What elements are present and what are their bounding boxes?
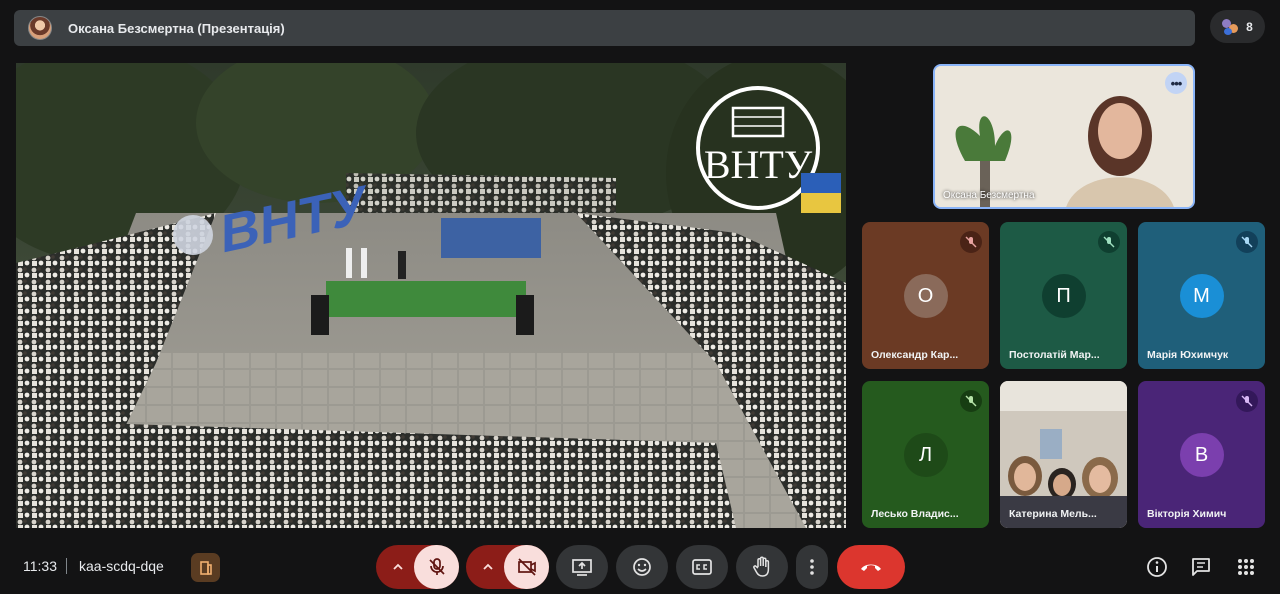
apps-grid-icon — [1238, 559, 1254, 575]
participant-tile[interactable]: М Марія Юхимчук — [1138, 222, 1265, 369]
presentation-banner: Оксана Безсмертна (Презентація) — [14, 10, 1195, 46]
mic-toggle-button[interactable] — [414, 545, 459, 589]
divider — [66, 558, 67, 574]
participant-tile[interactable]: Л Лесько Владис... — [862, 381, 989, 528]
participant-name: Оксана Безсмертна — [943, 190, 1035, 201]
mic-off-icon — [1098, 231, 1120, 253]
participant-name: Катерина Мель... — [1009, 508, 1097, 520]
present-screen-icon — [572, 559, 592, 576]
participants-button[interactable]: 8 — [1210, 10, 1265, 43]
reactions-button[interactable] — [616, 545, 668, 589]
university-logo-text: ВНТУ — [704, 142, 813, 187]
meeting-code: kaa-scdq-dqe — [79, 558, 164, 574]
featured-participant-tile[interactable]: ••• Оксана Безсмертна — [933, 64, 1195, 209]
mic-off-icon — [428, 558, 445, 575]
chevron-up-icon — [483, 563, 493, 570]
chat-icon — [1192, 558, 1210, 576]
participant-name: Олександр Кар... — [871, 349, 959, 361]
shared-screen: ВНТУ ВНТУ — [16, 63, 846, 528]
meeting-details-button[interactable] — [1143, 553, 1171, 581]
info-icon — [1147, 557, 1167, 577]
more-options-button[interactable] — [796, 545, 828, 589]
presenter-avatar — [28, 16, 52, 40]
presenter-label: Оксана Безсмертна (Презентація) — [68, 20, 285, 36]
emoji-icon — [633, 558, 651, 576]
chat-button[interactable] — [1187, 553, 1215, 581]
avatar: М — [1179, 274, 1224, 318]
camera-toggle-button[interactable] — [504, 545, 549, 589]
clock: 11:33 — [23, 558, 57, 574]
leave-call-button[interactable] — [837, 545, 905, 589]
participant-name: Лесько Владис... — [871, 508, 959, 520]
control-bar: 11:33 kaa-scdq-dqe — [0, 540, 1280, 594]
avatar: О — [903, 274, 948, 318]
mic-off-icon — [1236, 390, 1258, 412]
more-vertical-icon — [810, 559, 814, 575]
avatar: В — [1179, 433, 1224, 477]
participant-tile[interactable]: Катерина Мель... — [1000, 381, 1127, 528]
ceremony-photo: ВНТУ ВНТУ — [16, 63, 846, 528]
activities-button[interactable] — [1232, 553, 1260, 581]
participant-tile[interactable]: П Постолатій Мар... — [1000, 222, 1127, 369]
participant-tile[interactable]: О Олександр Кар... — [862, 222, 989, 369]
avatar: Л — [903, 433, 948, 477]
present-screen-button[interactable] — [556, 545, 608, 589]
mic-off-icon — [960, 390, 982, 412]
more-options-button[interactable]: ••• — [1165, 72, 1187, 94]
participant-name: Постолатій Мар... — [1009, 349, 1100, 361]
raise-hand-button[interactable] — [736, 545, 788, 589]
participant-name: Марія Юхимчук — [1147, 349, 1229, 361]
camera-off-icon — [517, 558, 536, 576]
chevron-up-icon — [393, 563, 403, 570]
captions-icon — [692, 559, 712, 575]
captions-button[interactable] — [676, 545, 728, 589]
participant-tile[interactable]: В Вікторія Химич — [1138, 381, 1265, 528]
mic-off-icon — [960, 231, 982, 253]
microphone-control — [376, 545, 459, 589]
room-icon[interactable] — [191, 553, 220, 582]
people-icon — [1222, 18, 1239, 35]
hand-icon — [753, 556, 770, 577]
hang-up-icon — [861, 564, 881, 571]
participant-name: Вікторія Химич — [1147, 508, 1227, 520]
camera-control — [466, 545, 549, 589]
participant-video — [935, 66, 1193, 207]
participant-count: 8 — [1246, 19, 1253, 34]
mic-off-icon — [1236, 231, 1258, 253]
avatar: П — [1041, 274, 1086, 318]
participant-video — [1000, 381, 1127, 528]
